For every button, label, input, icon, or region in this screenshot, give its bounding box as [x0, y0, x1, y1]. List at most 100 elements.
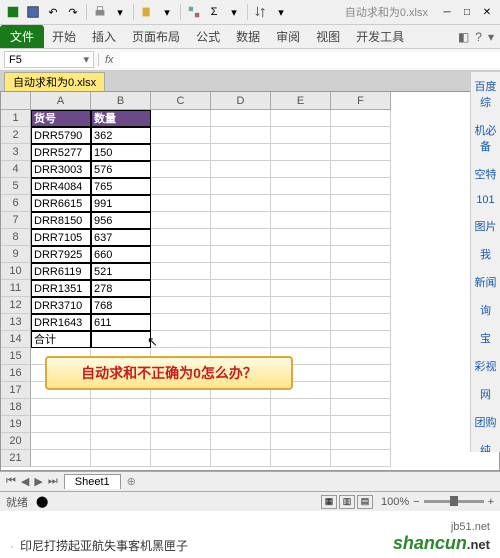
cell[interactable]: DRR4084	[31, 178, 91, 195]
row-header[interactable]: 13	[1, 314, 31, 331]
cell[interactable]	[271, 195, 331, 212]
sum-icon[interactable]: Σ	[205, 3, 223, 21]
cell[interactable]	[331, 127, 391, 144]
cell[interactable]	[331, 433, 391, 450]
minimize-icon[interactable]: ─	[438, 4, 456, 20]
preview-icon[interactable]: ▾	[111, 3, 129, 21]
col-header-b[interactable]: B	[91, 92, 151, 109]
add-sheet-icon[interactable]: ⊕	[121, 475, 142, 488]
side-link[interactable]: 宝	[471, 324, 500, 352]
sheet-nav-last-icon[interactable]: ⏭	[46, 475, 60, 488]
cell[interactable]	[211, 195, 271, 212]
cell[interactable]	[331, 178, 391, 195]
cell[interactable]	[211, 246, 271, 263]
redo-icon[interactable]: ↷	[64, 3, 82, 21]
cell[interactable]	[271, 246, 331, 263]
cell[interactable]: 521	[91, 263, 151, 280]
record-macro-icon[interactable]: ⬤	[36, 495, 48, 508]
cell[interactable]	[91, 399, 151, 416]
col-header-d[interactable]: D	[211, 92, 271, 109]
cell[interactable]	[151, 297, 211, 314]
row-header[interactable]: 6	[1, 195, 31, 212]
side-link[interactable]: 网	[471, 380, 500, 408]
cell[interactable]	[271, 314, 331, 331]
tab-review[interactable]: 审阅	[268, 25, 308, 48]
side-link[interactable]: 询	[471, 296, 500, 324]
cell[interactable]	[271, 280, 331, 297]
zoom-out-icon[interactable]: −	[413, 496, 419, 508]
name-box-dropdown-icon[interactable]: ▾	[83, 53, 89, 66]
cell[interactable]	[331, 144, 391, 161]
cell[interactable]	[211, 161, 271, 178]
maximize-icon[interactable]: □	[458, 4, 476, 20]
cell[interactable]	[331, 263, 391, 280]
row-header[interactable]: 5	[1, 178, 31, 195]
row-header[interactable]: 16	[1, 365, 31, 382]
side-link[interactable]: 我	[471, 240, 500, 268]
row-header[interactable]: 1	[1, 110, 31, 127]
cell[interactable]	[271, 450, 331, 467]
sort-icon[interactable]	[252, 3, 270, 21]
cell[interactable]	[211, 399, 271, 416]
row-header[interactable]: 3	[1, 144, 31, 161]
cell[interactable]	[151, 178, 211, 195]
cell[interactable]	[211, 297, 271, 314]
cell[interactable]: 278	[91, 280, 151, 297]
view-page-icon[interactable]: ▥	[339, 495, 355, 509]
skin-icon[interactable]: ◧	[458, 30, 469, 44]
cell[interactable]	[211, 178, 271, 195]
cell[interactable]	[151, 195, 211, 212]
cell[interactable]	[211, 416, 271, 433]
cell[interactable]	[331, 212, 391, 229]
row-header[interactable]: 11	[1, 280, 31, 297]
sheet-nav-first-icon[interactable]: ⏮	[4, 475, 18, 488]
cell[interactable]	[271, 161, 331, 178]
cell[interactable]	[151, 314, 211, 331]
col-header-f[interactable]: F	[331, 92, 391, 109]
cell[interactable]: 576	[91, 161, 151, 178]
cell[interactable]	[211, 263, 271, 280]
cell[interactable]	[271, 127, 331, 144]
cell[interactable]: 数量	[91, 110, 151, 127]
paste-icon[interactable]	[138, 3, 156, 21]
cell[interactable]	[271, 229, 331, 246]
cell[interactable]: DRR7105	[31, 229, 91, 246]
help-icon[interactable]: ?	[475, 30, 482, 44]
wps-icon[interactable]	[4, 3, 22, 21]
cell[interactable]	[151, 433, 211, 450]
row-header[interactable]: 7	[1, 212, 31, 229]
cell[interactable]	[331, 314, 391, 331]
tab-dev[interactable]: 开发工具	[348, 25, 412, 48]
cell[interactable]	[271, 331, 331, 348]
format-icon[interactable]	[185, 3, 203, 21]
cell[interactable]: 货号	[31, 110, 91, 127]
cell[interactable]	[211, 314, 271, 331]
cell[interactable]: DRR3003	[31, 161, 91, 178]
paste-dd-icon[interactable]: ▾	[158, 3, 176, 21]
cell[interactable]: 362	[91, 127, 151, 144]
cell[interactable]	[271, 399, 331, 416]
col-header-a[interactable]: A	[31, 92, 91, 109]
cell[interactable]	[271, 297, 331, 314]
print-icon[interactable]	[91, 3, 109, 21]
cell[interactable]	[151, 229, 211, 246]
close-icon[interactable]: ✕	[478, 4, 496, 20]
news-ticker[interactable]: ·印尼打捞起亚航失事客机黑匣子	[10, 537, 188, 554]
cell[interactable]	[331, 246, 391, 263]
cell[interactable]	[91, 416, 151, 433]
cell[interactable]	[151, 331, 211, 348]
zoom-in-icon[interactable]: +	[488, 496, 494, 508]
row-header[interactable]: 4	[1, 161, 31, 178]
row-header[interactable]: 18	[1, 399, 31, 416]
side-link[interactable]: 百度综	[471, 72, 500, 116]
side-link[interactable]: 空特	[471, 160, 500, 188]
cell[interactable]	[271, 144, 331, 161]
fx-button[interactable]: fx	[98, 54, 120, 66]
side-link[interactable]: 团购	[471, 408, 500, 436]
view-normal-icon[interactable]: ▦	[321, 495, 337, 509]
cell[interactable]	[211, 331, 271, 348]
cell[interactable]: 637	[91, 229, 151, 246]
cell[interactable]: DRR5790	[31, 127, 91, 144]
row-header[interactable]: 17	[1, 382, 31, 399]
cell[interactable]	[331, 399, 391, 416]
